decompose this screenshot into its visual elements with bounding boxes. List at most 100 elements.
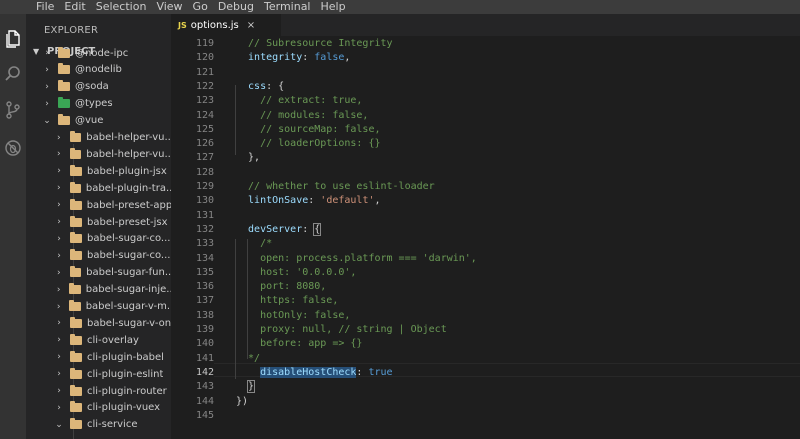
tree-folder-item[interactable]: ⌄ cli-service	[26, 417, 171, 433]
folder-icon	[69, 181, 81, 193]
line-number: 121	[195, 66, 214, 78]
menu-selection[interactable]: Selection	[96, 0, 147, 14]
tree-folder-item[interactable]: › cli-plugin-babel	[26, 349, 171, 365]
tree-folder-item[interactable]: › babel-preset-app	[26, 197, 171, 213]
javascript-file-icon: JS	[178, 20, 187, 30]
source-control-icon[interactable]	[3, 100, 23, 120]
code-token: open: process.platform === 'darwin',	[236, 252, 477, 264]
menu-view[interactable]: View	[156, 0, 182, 14]
code-token: proxy: null, // string | Object	[236, 324, 447, 335]
tree-folder-item[interactable]: › cli-overlay	[26, 332, 171, 348]
tree-folder-item[interactable]: › @types	[26, 96, 171, 112]
tree-item-label: @types	[75, 98, 113, 110]
debug-icon[interactable]	[3, 138, 23, 158]
chevron-right-icon: ›	[57, 267, 61, 278]
folder-icon	[70, 418, 82, 430]
line-number: 140	[195, 338, 214, 350]
tree-folder-item[interactable]: › babel-preset-jsx	[26, 214, 171, 230]
folder-icon	[70, 333, 82, 345]
chevron-down-icon: ⌄	[55, 419, 63, 430]
chevron-right-icon: ›	[57, 335, 61, 346]
tree-item-label: cli-overlay	[87, 334, 139, 346]
line-number: 123	[195, 95, 214, 107]
code-text: })	[236, 395, 248, 409]
code-token: // loaderOptions: {}	[236, 138, 381, 150]
explorer-files-icon[interactable]	[3, 28, 23, 48]
tree-folder-item[interactable]: › cli-plugin-eslint	[26, 366, 171, 382]
chevron-down-icon: ⌄	[43, 115, 51, 126]
code-editor[interactable]: 119 // Subresource Integrity 120 integrit…	[171, 36, 800, 439]
tree-item-label: cli-plugin-vuex	[87, 402, 161, 414]
tree-folder-item[interactable]: › @soda	[26, 79, 171, 95]
menu-file[interactable]: File	[36, 0, 54, 14]
tree-item-label: babel-sugar-co...	[87, 250, 171, 262]
tree-folder-item[interactable]: › babel-helper-vu...	[26, 146, 171, 162]
code-line: 140 before: app => {}	[171, 337, 800, 351]
chevron-right-icon: ›	[56, 183, 61, 194]
tree-folder-item[interactable]: › cli-plugin-router	[26, 383, 171, 399]
tree-folder-item[interactable]: › @node-ipc	[26, 45, 171, 61]
tree-folder-item[interactable]: › cli-plugin-vuex	[26, 400, 171, 416]
chevron-right-icon: ›	[57, 200, 61, 211]
line-number: 122	[195, 80, 214, 92]
line-number: 138	[195, 309, 214, 321]
tree-item-label: @nodelib	[75, 64, 122, 76]
close-icon[interactable]: ×	[247, 20, 255, 31]
folder-icon	[69, 283, 81, 295]
menu-edit[interactable]: Edit	[64, 0, 85, 14]
tree-folder-item[interactable]: › babel-plugin-jsx	[26, 163, 171, 179]
folder-icon	[70, 249, 82, 261]
menu-help[interactable]: Help	[321, 0, 346, 14]
line-number: 129	[195, 181, 214, 192]
chevron-right-icon: ›	[57, 318, 61, 329]
folder-icon	[69, 147, 82, 159]
code-token: hotOnly: false,	[236, 309, 351, 321]
chevron-right-icon: ›	[45, 64, 49, 75]
line-number: 131	[195, 209, 214, 221]
code-token: port: 8080,	[236, 281, 327, 293]
menu-terminal[interactable]: Terminal	[264, 0, 311, 14]
tab-options-js[interactable]: JS options.js ×	[171, 14, 281, 36]
menu-debug[interactable]: Debug	[218, 0, 254, 14]
code-token: // Subresource Integrity	[236, 38, 393, 49]
tree-folder-item[interactable]: › babel-sugar-v-m...	[26, 299, 171, 315]
chevron-right-icon: ›	[57, 149, 61, 160]
tree-folder-item[interactable]: › babel-plugin-tra...	[26, 180, 171, 196]
code-line: 119 // Subresource Integrity	[171, 37, 800, 51]
tree-folder-item[interactable]: › babel-sugar-v-on	[26, 315, 171, 331]
tree-folder-item[interactable]: › babel-sugar-co...	[26, 231, 171, 247]
tree-folder-item[interactable]: › babel-sugar-co...	[26, 248, 171, 264]
line-number: 127	[195, 152, 214, 164]
code-text: port: 8080,	[236, 280, 326, 294]
tree-item-label: babel-sugar-inje...	[85, 284, 171, 296]
code-token: // modules: false,	[236, 109, 369, 121]
chevron-right-icon: ›	[56, 284, 61, 295]
chevron-right-icon: ›	[57, 352, 61, 363]
chevron-right-icon: ›	[45, 81, 49, 92]
code-line: 121	[171, 66, 800, 80]
tree-folder-item[interactable]: ⌄ @vue	[26, 113, 171, 129]
tree-folder-item[interactable]: › babel-sugar-fun...	[26, 265, 171, 281]
line-number: 139	[195, 324, 214, 335]
line-number: 120	[195, 52, 214, 64]
tree-folder-item[interactable]: › @nodelib	[26, 62, 171, 78]
folder-icon	[69, 198, 82, 210]
line-number: 133	[195, 238, 214, 250]
chevron-right-icon: ›	[57, 166, 61, 177]
code-token: */	[236, 352, 261, 364]
tree-folder-item[interactable]: › babel-helper-vu...	[26, 130, 171, 146]
search-icon[interactable]	[3, 64, 23, 84]
tree-folder-item[interactable]: › babel-sugar-inje...	[26, 282, 171, 298]
explorer-sidebar: EXPLORER ▼ PROJECT › @node-ipc › @nodelib › @…	[26, 14, 171, 439]
code-token: ,	[374, 195, 381, 207]
tree-item-label: cli-plugin-babel	[87, 351, 164, 363]
line-number: 141	[195, 352, 214, 364]
tree-item-label: @vue	[75, 115, 104, 127]
chevron-right-icon: ›	[57, 250, 61, 261]
menu-go[interactable]: Go	[193, 0, 208, 14]
chevron-right-icon: ›	[57, 132, 61, 143]
code-line: 141 */	[171, 352, 800, 366]
code-text: // extract: true,	[236, 94, 362, 108]
line-number: 128	[195, 166, 214, 178]
line-number: 126	[195, 138, 214, 150]
